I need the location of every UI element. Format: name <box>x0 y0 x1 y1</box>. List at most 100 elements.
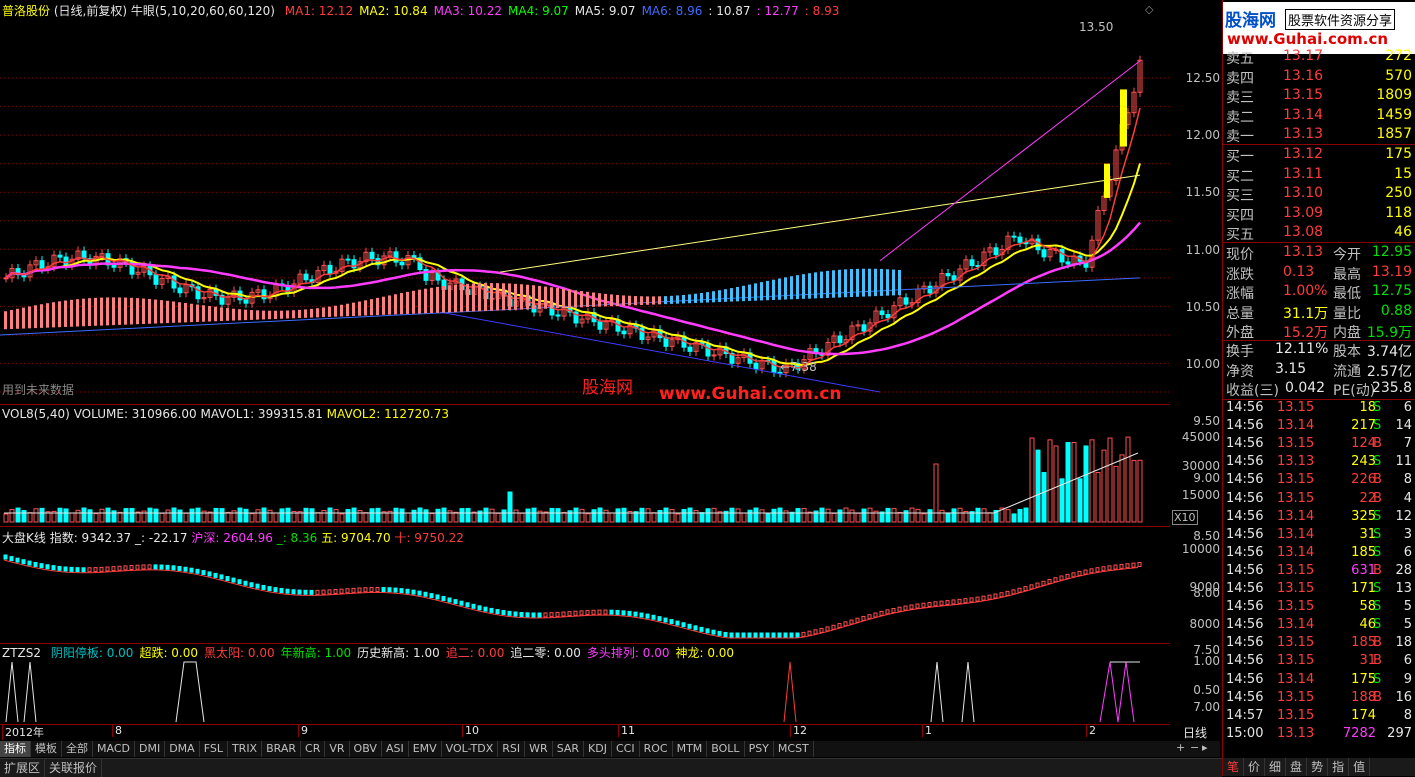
low-price-label: ←7.38 <box>780 360 817 374</box>
index-candle <box>1065 573 1070 579</box>
index-candle <box>75 567 80 573</box>
index-candle <box>333 589 338 595</box>
tab-mcst[interactable]: MCST <box>774 741 814 757</box>
tab-全部[interactable]: 全部 <box>62 741 93 757</box>
stat-label: 今开 <box>1333 247 1361 263</box>
histogram-bar <box>472 283 475 312</box>
tab-mtm[interactable]: MTM <box>673 741 708 757</box>
settings-icon[interactable]: ◇ <box>1145 3 1153 16</box>
volume-bar <box>207 511 213 523</box>
zoom-out-icon[interactable]: − <box>1190 741 1199 754</box>
tick-row: 14:56 13.14 46 S 5 <box>1223 617 1415 635</box>
index-candle <box>531 612 536 618</box>
index-five: 五: 9704.70 <box>321 531 391 545</box>
index-candle <box>681 622 686 628</box>
tab-模板[interactable]: 模板 <box>31 741 62 757</box>
tab-kdj[interactable]: KDJ <box>584 741 612 757</box>
tab-vol-tdx[interactable]: VOL-TDX <box>442 741 499 757</box>
price-chart-panel[interactable]: 普洛股份 (日线,前复权) 牛眼(5,10,20,60,60,120) MA1:… <box>0 0 1170 405</box>
index-v1: _: -22.17 <box>135 531 188 545</box>
side-tab[interactable]: 盘 <box>1286 758 1308 776</box>
histogram-bar <box>340 304 343 317</box>
volume-bar <box>429 513 435 523</box>
histogram-bar <box>106 297 109 326</box>
index-candle <box>1059 575 1064 581</box>
tab-vr[interactable]: VR <box>325 741 350 757</box>
histogram-bar <box>790 276 793 300</box>
tick-price: 13.14 <box>1277 617 1315 633</box>
index-candle <box>189 567 194 573</box>
volume-bar <box>63 508 69 523</box>
tab-boll[interactable]: BOLL <box>707 741 745 757</box>
tick-price: 13.15 <box>1277 581 1315 596</box>
index-candle <box>135 564 140 570</box>
tab-wr[interactable]: WR <box>525 741 553 757</box>
index-candle <box>687 623 692 629</box>
histogram-bar <box>760 282 763 301</box>
volume-panel[interactable]: VOL8(5,40) VOLUME: 310966.00 MAVOL1: 399… <box>0 405 1198 527</box>
tab-cci[interactable]: CCI <box>612 741 640 757</box>
stat-label: 净资 <box>1226 363 1254 380</box>
tick-time: 14:56 <box>1226 508 1264 524</box>
stat-row: 涨跌 0.13 最高 13.19 <box>1223 263 1415 283</box>
histogram-bar <box>646 296 649 305</box>
side-tab[interactable]: 值 <box>1349 758 1371 776</box>
stat-label: 涨幅 <box>1226 286 1254 302</box>
zoom-in-icon[interactable]: + <box>1176 741 1185 754</box>
signal-panel[interactable]: ZTZS2 阴阳停板: 0.00 超跌: 0.00 黑太阳: 0.00 年新高: 1.… <box>0 644 1170 725</box>
volume-chart[interactable] <box>0 405 1170 526</box>
volume-bar <box>279 508 285 523</box>
index-candle <box>519 611 524 617</box>
period-label[interactable]: 日线 <box>1183 724 1207 741</box>
index-panel[interactable]: 大盘K线 指数: 9342.37 _: -22.17 沪深: 2604.96 _… <box>0 527 1170 644</box>
histogram-bar <box>46 303 49 328</box>
index-candle <box>249 582 254 588</box>
tab-obv[interactable]: OBV <box>350 741 382 757</box>
side-tab[interactable]: 指 <box>1328 758 1350 776</box>
stat-row: 涨幅 1.00% 最低 12.75 <box>1223 282 1415 302</box>
index-candle <box>915 603 920 609</box>
tab-fsl[interactable]: FSL <box>200 741 228 757</box>
tab-sar[interactable]: SAR <box>553 741 585 757</box>
histogram-bar <box>694 293 697 303</box>
tab-dmi[interactable]: DMI <box>135 741 166 757</box>
signal-bar <box>1120 89 1127 147</box>
signal-spike <box>961 661 975 723</box>
tab-macd[interactable]: MACD <box>93 741 135 757</box>
side-tab[interactable]: 价 <box>1244 758 1266 776</box>
tab-psy[interactable]: PSY <box>745 741 774 757</box>
index-candle <box>291 589 296 595</box>
stat-value: 3.74亿 <box>1366 344 1412 360</box>
histogram-bar <box>22 307 25 329</box>
tab-roc[interactable]: ROC <box>640 741 673 757</box>
index-candle <box>933 601 938 607</box>
tab-trix[interactable]: TRIX <box>228 741 263 757</box>
candle-body <box>687 346 693 352</box>
index-candle <box>405 588 410 594</box>
tab-emv[interactable]: EMV <box>409 741 442 757</box>
histogram-bar <box>832 270 835 298</box>
linked-quote-button[interactable]: 关联报价 <box>45 759 103 777</box>
tab-指标[interactable]: 指标 <box>0 741 31 757</box>
tab-rsi[interactable]: RSI <box>498 741 526 757</box>
side-tab[interactable]: 笔 <box>1223 758 1245 776</box>
side-tab[interactable]: 势 <box>1307 758 1329 776</box>
tab-asi[interactable]: ASI <box>382 741 409 757</box>
scroll-left-icon[interactable]: ▸ <box>1202 741 1208 754</box>
tab-brar[interactable]: BRAR <box>262 741 302 757</box>
volume-bar <box>855 512 861 523</box>
expand-area-button[interactable]: 扩展区 <box>0 759 46 777</box>
index-title: 大盘K线 <box>2 531 46 545</box>
volume-bar <box>267 509 273 523</box>
index-candle <box>159 564 164 570</box>
tab-dma[interactable]: DMA <box>165 741 200 757</box>
stat-label: 股本 <box>1333 344 1361 360</box>
side-tab[interactable]: 细 <box>1265 758 1287 776</box>
y-tick-label: 45000 <box>1181 430 1220 444</box>
index-candle <box>183 566 188 572</box>
tab-cr[interactable]: CR <box>301 741 326 757</box>
index-candle <box>477 605 482 611</box>
histogram-bar <box>226 308 229 321</box>
price-chart[interactable] <box>0 0 1170 404</box>
index-candle <box>285 588 290 594</box>
